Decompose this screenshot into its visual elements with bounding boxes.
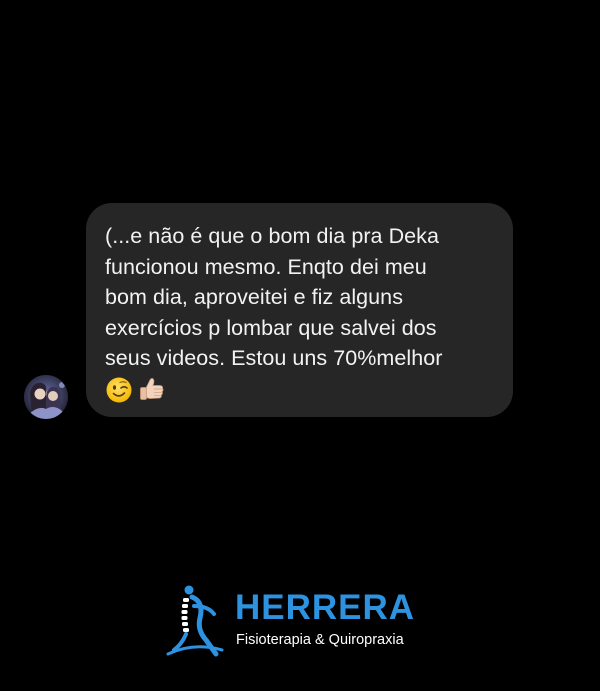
winking-face-emoji-icon bbox=[106, 377, 132, 402]
brand-name: HERRERA bbox=[235, 588, 416, 627]
emoji-row bbox=[105, 375, 501, 405]
message-bubble[interactable]: (...e não é que o bom dia pra Deka funci… bbox=[86, 203, 513, 417]
thumbs-up-emoji-icon bbox=[140, 377, 164, 400]
avatar-photo-icon bbox=[24, 375, 68, 419]
spine-figure-icon bbox=[166, 585, 224, 657]
brand-tagline: Fisioterapia & Quiropraxia bbox=[236, 632, 404, 648]
avatar[interactable] bbox=[24, 375, 68, 419]
brand-logo: HERRERA Fisioterapia & Quiropraxia bbox=[164, 584, 434, 660]
message-text: (...e não é que o bom dia pra Deka funci… bbox=[105, 224, 443, 370]
